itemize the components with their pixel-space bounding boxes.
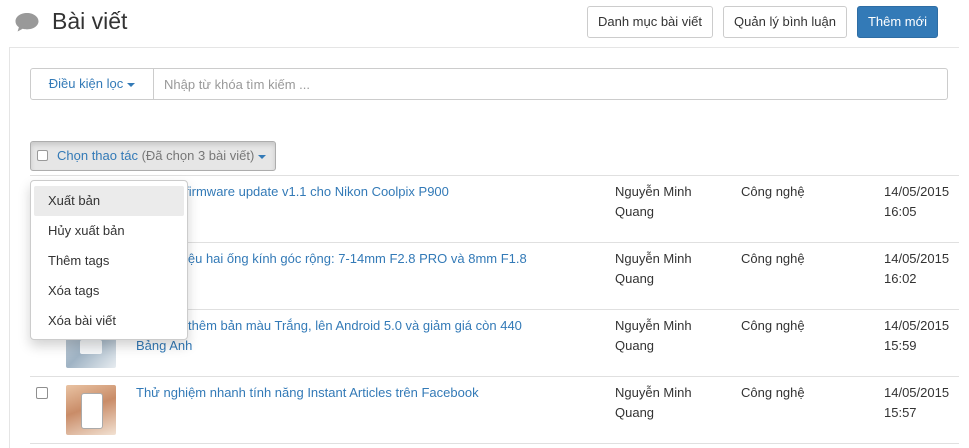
- row-divider: [30, 443, 959, 444]
- post-title-link[interactable]: …ng bổ firmware update v1.1 cho Nikon Co…: [136, 182, 586, 202]
- title-line: …PRO: [136, 269, 586, 289]
- caret-down-icon: [258, 154, 267, 159]
- post-date: 14/05/2015: [884, 385, 950, 400]
- filter-conditions-button[interactable]: Điều kiện lọc: [30, 68, 154, 100]
- author-line: Nguyễn Minh: [615, 318, 692, 333]
- search-input[interactable]: [153, 68, 948, 100]
- selected-count-text: (Đã chọn 3 bài viết): [141, 148, 255, 163]
- post-title-link[interactable]: …e 2 có thêm bản màu Trắng, lên Android …: [136, 316, 586, 356]
- post-title-link[interactable]: Thử nghiệm nhanh tính năng Instant Artic…: [136, 383, 586, 403]
- post-thumbnail[interactable]: [66, 385, 116, 435]
- page-title: Bài viết: [52, 8, 128, 34]
- bulk-action-button[interactable]: Chọn thao tác (Đã chọn 3 bài viết): [30, 141, 276, 171]
- filter-conditions-label: Điều kiện lọc: [48, 76, 124, 91]
- post-author: Nguyễn Minh Quang: [615, 182, 715, 222]
- author-line: Nguyễn Minh: [615, 184, 692, 199]
- speech-bubble-icon: [15, 13, 39, 32]
- bulk-action-label: Chọn thao tác (Đã chọn 3 bài viết): [57, 142, 267, 170]
- post-category: Công nghệ: [741, 184, 805, 199]
- menu-item-publish[interactable]: Xuất bản: [34, 186, 184, 216]
- menu-item-remove-tags[interactable]: Xóa tags: [34, 276, 184, 306]
- manage-comments-button[interactable]: Quản lý bình luận: [723, 6, 847, 38]
- post-category: Công nghệ: [741, 251, 805, 266]
- title-line: …e 2 có thêm bản màu Trắng, lên Android …: [136, 318, 522, 333]
- post-datetime: 14/05/2015 15:57: [884, 383, 949, 423]
- header-divider: [9, 47, 959, 48]
- post-datetime: 14/05/2015 16:02: [884, 249, 949, 289]
- post-date: 14/05/2015: [884, 318, 950, 333]
- post-time: 15:59: [884, 338, 917, 353]
- content-left-border: [9, 48, 10, 448]
- post-author: Nguyễn Minh Quang: [615, 249, 715, 289]
- post-author: Nguyễn Minh Quang: [615, 383, 715, 423]
- title-line: Bảng Anh: [136, 338, 193, 353]
- author-line: Quang: [615, 405, 655, 420]
- author-line: Nguyễn Minh: [615, 385, 692, 400]
- author-line: Nguyễn Minh: [615, 251, 692, 266]
- menu-item-add-tags[interactable]: Thêm tags: [34, 246, 184, 276]
- post-time: 15:57: [884, 405, 917, 420]
- author-line: Quang: [615, 338, 655, 353]
- post-time: 16:02: [884, 271, 917, 286]
- author-line: Quang: [615, 204, 655, 219]
- post-datetime: 14/05/2015 16:05: [884, 182, 949, 222]
- bulk-action-text: Chọn thao tác: [57, 148, 138, 163]
- post-author: Nguyễn Minh Quang: [615, 316, 715, 356]
- post-datetime: 14/05/2015 15:59: [884, 316, 949, 356]
- menu-item-unpublish[interactable]: Hủy xuất bản: [34, 216, 184, 246]
- row-checkbox[interactable]: [36, 387, 48, 399]
- bulk-action-menu: Xuất bản Hủy xuất bản Thêm tags Xóa tags…: [30, 180, 188, 340]
- post-categories-button[interactable]: Danh mục bài viết: [587, 6, 713, 38]
- post-category: Công nghệ: [741, 318, 805, 333]
- menu-item-delete-post[interactable]: Xóa bài viết: [34, 306, 184, 336]
- row-divider: [30, 376, 959, 377]
- post-title-link[interactable]: …giới thiệu hai ống kính góc rộng: 7-14m…: [136, 249, 586, 289]
- add-new-button[interactable]: Thêm mới: [857, 6, 938, 38]
- post-category: Công nghệ: [741, 385, 805, 400]
- post-date: 14/05/2015: [884, 251, 950, 266]
- caret-down-icon: [127, 82, 136, 87]
- select-all-checkbox[interactable]: [37, 150, 48, 161]
- title-line: …giới thiệu hai ống kính góc rộng: 7-14m…: [136, 251, 527, 266]
- row-divider: [30, 175, 959, 176]
- author-line: Quang: [615, 271, 655, 286]
- post-date: 14/05/2015: [884, 184, 950, 199]
- post-time: 16:05: [884, 204, 917, 219]
